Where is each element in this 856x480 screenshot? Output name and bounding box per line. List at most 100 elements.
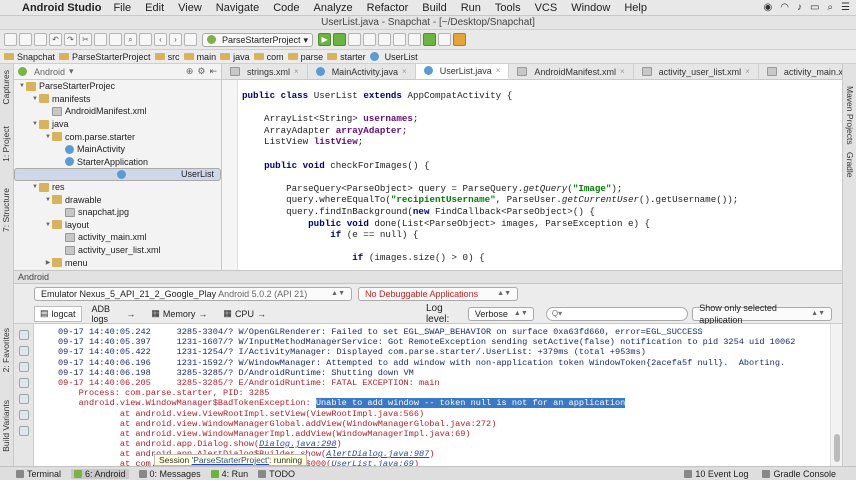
breadcrumb-item[interactable]: com (253, 52, 284, 62)
tree-item[interactable]: ▼ com.parse.starter (14, 130, 221, 143)
tree-item[interactable]: AndroidManifest.xml (14, 105, 221, 118)
chevron-down-icon[interactable]: ▼ (31, 184, 39, 190)
editor-tab[interactable]: UserList.java × (415, 64, 510, 79)
tool-tab-favorites[interactable]: 2: Favorites (1, 328, 11, 372)
undo-icon[interactable]: ↶ (49, 33, 62, 46)
run-icon[interactable]: ▶ (318, 33, 332, 46)
make-icon[interactable] (184, 33, 197, 46)
close-icon[interactable]: × (402, 67, 407, 76)
log-selection[interactable]: Unable to add window -- token null is no… (315, 398, 626, 409)
code-line[interactable]: ParseQuery<ParseObject> query = ParseQue… (242, 183, 842, 195)
copy-icon[interactable] (94, 33, 107, 46)
messages-tab[interactable]: 0: Messages (138, 469, 201, 479)
log-line[interactable]: 09-17 14:40:06.198 3285-3285/? D/Android… (58, 368, 830, 378)
chevron-down-icon[interactable]: ▼ (44, 222, 52, 228)
volume-icon[interactable]: ♪ (797, 2, 802, 13)
code-line[interactable]: ListView listView; (242, 136, 842, 148)
tab-adb-logs[interactable]: ADB logs → (86, 304, 142, 324)
code-line[interactable]: if (e == null) { (242, 229, 842, 241)
chevron-down-icon[interactable]: ▾ (69, 66, 74, 77)
scrollbar-thumb[interactable] (834, 434, 840, 462)
log-line[interactable]: android.view.WindowManager$BadTokenExcep… (58, 398, 830, 409)
tool-tab-project[interactable]: 1: Project (1, 126, 11, 162)
tree-item[interactable]: ▼ ParseStarterProjec (14, 80, 221, 93)
menu-refactor[interactable]: Refactor (367, 2, 409, 14)
tree-item[interactable]: ▼ java (14, 118, 221, 131)
log-filter-select[interactable]: Show only selected application ▲▼ (692, 303, 832, 325)
debug-icon[interactable] (333, 33, 347, 46)
tree-item[interactable]: ▼ layout (14, 219, 221, 232)
tree-item[interactable]: ▶ menu (14, 256, 221, 269)
breadcrumb-item[interactable]: ParseStarterProject (59, 52, 151, 62)
device-select[interactable]: Emulator Nexus_5_API_21_2_Google_Play An… (34, 287, 352, 301)
tree-item[interactable]: UserList (14, 168, 221, 181)
menu-file[interactable]: File (113, 2, 131, 14)
close-icon[interactable]: × (620, 67, 625, 76)
paste-icon[interactable] (109, 33, 122, 46)
code-editor[interactable]: strings.xml × MainActivity.java × UserList.j… (222, 64, 842, 270)
scroll-end-icon[interactable] (18, 346, 29, 356)
tool-tab-gradle[interactable]: Gradle (845, 152, 855, 178)
avd-manager-icon[interactable] (408, 33, 422, 46)
breadcrumb-item[interactable]: UserList (369, 52, 418, 62)
menu-vcs[interactable]: VCS (535, 2, 558, 14)
code-line[interactable] (242, 148, 842, 160)
sync-icon[interactable] (34, 33, 47, 46)
tool-tab-structure[interactable]: 7: Structure (1, 188, 11, 232)
log-source-link[interactable]: AlertDialog.java:987 (326, 449, 429, 459)
print-icon[interactable] (18, 394, 29, 404)
hide-icon[interactable]: ⇤ (209, 66, 221, 77)
code-line[interactable]: if (images.size() > 0) { (242, 252, 842, 264)
log-line[interactable]: 09-17 14:40:05.397 1231-1607/? W/InputMe… (58, 337, 830, 347)
log-line[interactable]: 09-17 14:40:06.205 3285-3285/? E/Android… (58, 378, 830, 388)
chevron-down-icon[interactable]: ▼ (44, 197, 52, 203)
stop-icon[interactable] (363, 33, 377, 46)
tool-tab-maven[interactable]: Maven Projects (845, 86, 855, 145)
gutter[interactable] (222, 80, 238, 270)
chevron-down-icon[interactable]: ▼ (18, 83, 26, 89)
forward-icon[interactable]: › (169, 33, 182, 46)
editor-tab[interactable]: activity_user_list.xml × (634, 64, 759, 79)
breadcrumb-item[interactable]: parse (287, 52, 323, 62)
run-tab[interactable]: 4: Run (210, 469, 248, 479)
replace-icon[interactable] (139, 33, 152, 46)
log-scrollbar[interactable] (830, 324, 842, 466)
sdk-manager-icon[interactable] (423, 33, 437, 46)
session-name[interactable]: 'ParseStarterProject' (192, 455, 269, 465)
tab-memory[interactable]: ▦ Memory → (145, 306, 213, 322)
clear-log-icon[interactable] (18, 330, 29, 340)
code-line[interactable]: query.findInBackground(new FindCallback<… (242, 206, 842, 218)
code-line[interactable] (242, 102, 842, 114)
menu-tools[interactable]: Tools (495, 2, 521, 14)
breadcrumb-item[interactable]: main (183, 52, 216, 62)
app-name[interactable]: Android Studio (22, 2, 101, 14)
code-line[interactable]: ArrayList<String> usernames; (242, 113, 842, 125)
menu-analyze[interactable]: Analyze (314, 2, 353, 14)
breadcrumb-item[interactable]: java (220, 52, 250, 62)
help-icon[interactable] (453, 33, 467, 46)
log-level-select[interactable]: Verbose ▲▼ (467, 306, 534, 321)
code-line[interactable] (242, 241, 842, 253)
menu-view[interactable]: View (178, 2, 202, 14)
chevron-down-icon[interactable]: ▼ (31, 121, 39, 127)
log-line[interactable]: at android.app.Dialog.show(Dialog.java:2… (58, 439, 830, 449)
log-line[interactable]: at android.view.WindowManagerImpl.addVie… (58, 429, 830, 439)
log-line[interactable]: 09-17 14:40:06.196 1231-1592/? W/WindowM… (58, 358, 830, 368)
save-icon[interactable] (19, 33, 32, 46)
tray-icon[interactable]: ◉ (764, 2, 773, 13)
redo-icon[interactable]: ↷ (64, 33, 77, 46)
menu-run[interactable]: Run (461, 2, 481, 14)
menu-help[interactable]: Help (624, 2, 647, 14)
tree-item[interactable]: ▼ drawable (14, 193, 221, 206)
close-icon[interactable]: × (294, 67, 299, 76)
code-line[interactable]: public class UserList extends AppCompatA… (242, 90, 842, 102)
tree-item[interactable]: activity_main.xml (14, 231, 221, 244)
code-area[interactable]: public class UserList extends AppCompatA… (222, 80, 842, 270)
back-icon[interactable]: ‹ (154, 33, 167, 46)
monitor-icon[interactable] (438, 33, 452, 46)
editor-tab[interactable]: activity_main.xml× (759, 64, 842, 79)
code-line[interactable]: public void checkForImages() { (242, 160, 842, 172)
editor-tab[interactable]: strings.xml × (222, 64, 308, 79)
breadcrumb-item[interactable]: starter (327, 52, 366, 62)
breadcrumb-item[interactable]: Snapchat (4, 52, 55, 62)
